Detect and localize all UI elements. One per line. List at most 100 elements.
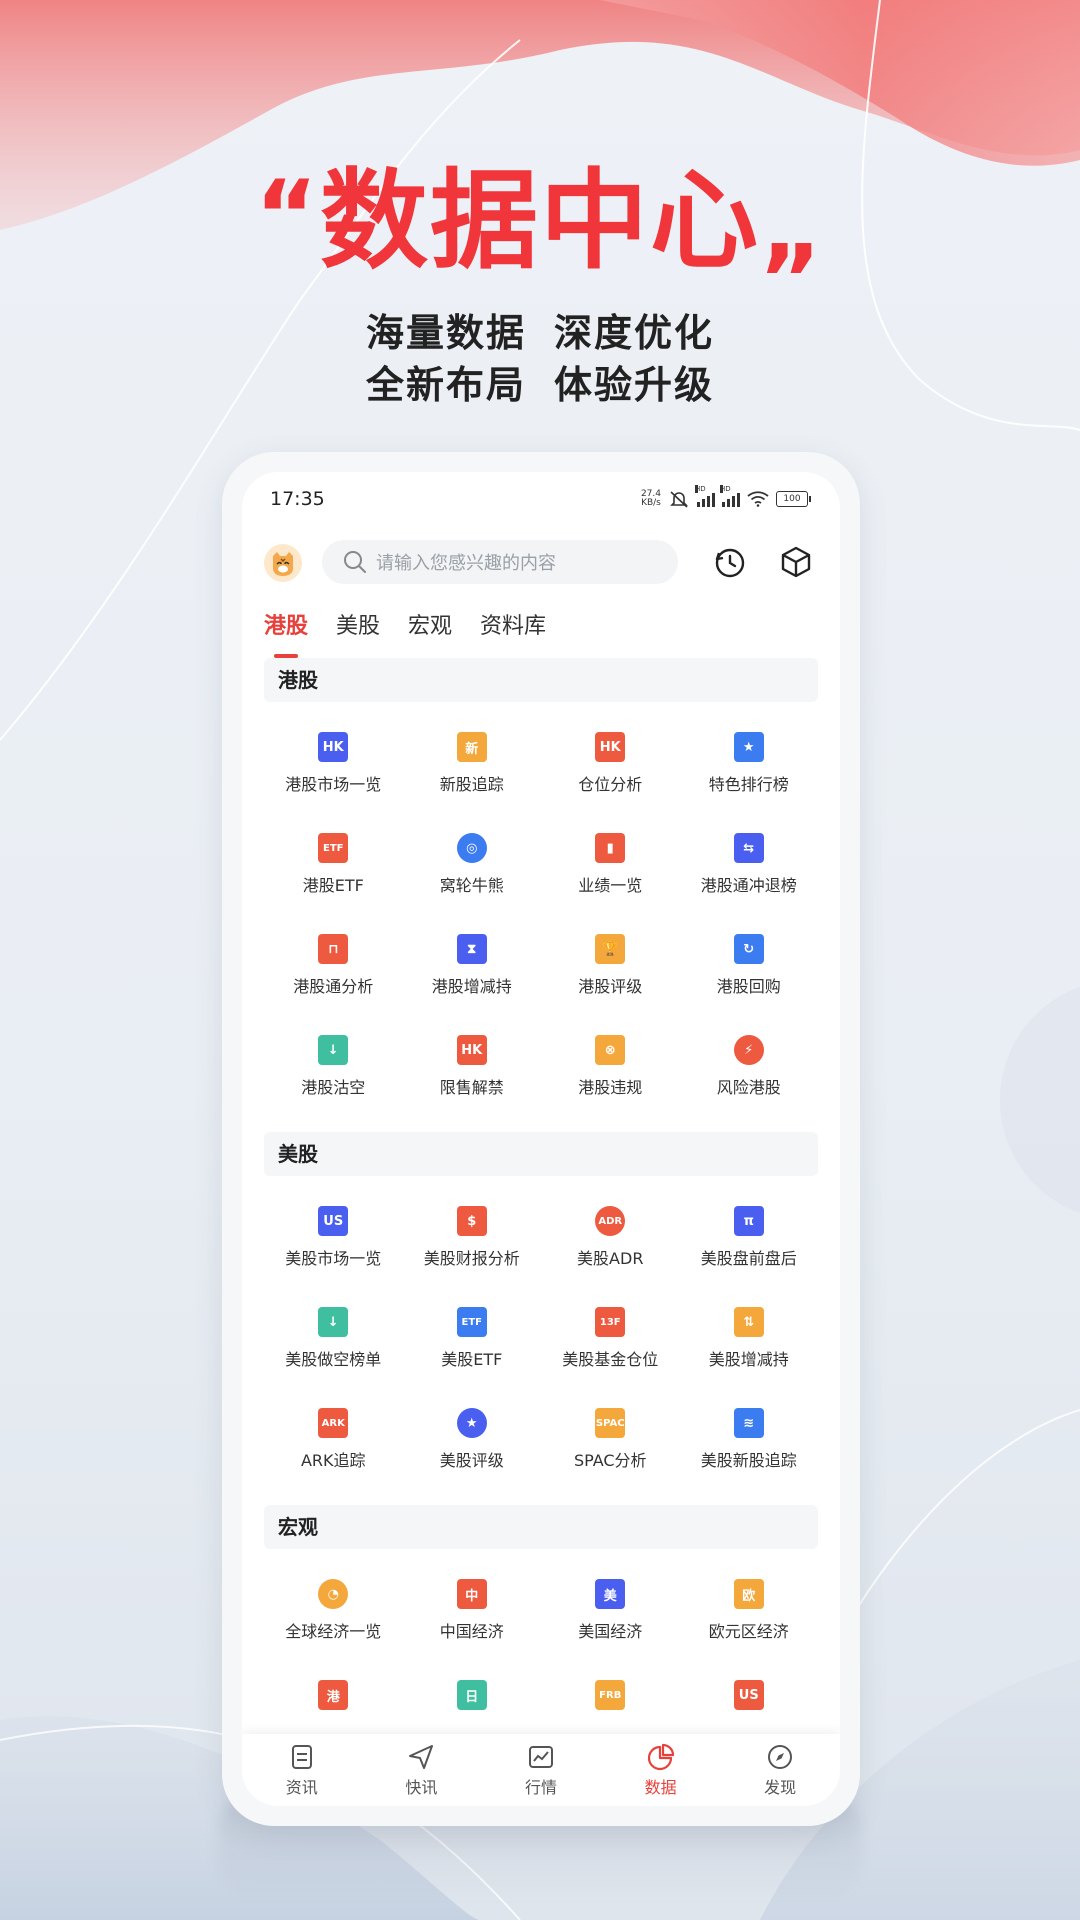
phone-screen: 17:35 27.4 KB/s HD HD 100 请输入您感兴趣的内容 港股 … [242, 472, 840, 1806]
entry-label: 港股增减持 [431, 977, 512, 996]
status-icons: 27.4 KB/s HD HD 100 [641, 485, 811, 508]
data-entry[interactable]: ◎ 窝轮牛熊 [403, 803, 542, 904]
entry-label: 欧元区经济 [708, 1622, 789, 1641]
data-entry[interactable]: ⇅ 美股增减持 [680, 1277, 819, 1378]
discover-compass-icon [768, 1745, 793, 1769]
us-etf-icon: ETF [456, 1307, 487, 1337]
data-entry[interactable]: $ 美股财报分析 [403, 1176, 542, 1277]
data-entry[interactable]: ⇆ 港股通冲退榜 [680, 803, 819, 904]
section-header: 港股 [264, 658, 818, 702]
tab-hk-stocks[interactable]: 港股 [264, 600, 308, 658]
news-icon [291, 1745, 312, 1769]
us-short-icon: ↓ [318, 1307, 349, 1337]
china-economy-icon: 中 [456, 1579, 487, 1609]
spac-icon: SPAC [595, 1408, 626, 1438]
data-entry[interactable]: ⊗ 港股违规 [541, 1005, 680, 1106]
data-entry[interactable]: ↓ 港股沽空 [264, 1005, 403, 1106]
hero-subtitle-line2: 全新布局 体验升级 [0, 354, 1080, 409]
data-entry[interactable]: US [680, 1650, 819, 1728]
us-holding-change-icon: ⇅ [733, 1307, 764, 1337]
nav-label: 行情 [524, 1778, 557, 1797]
data-entry[interactable]: π 美股盘前盘后 [680, 1176, 819, 1277]
entry-label: 特色排行榜 [708, 775, 789, 794]
nav-item-news[interactable]: 资讯 [242, 1734, 362, 1806]
data-entry[interactable]: 13F 美股基金仓位 [541, 1277, 680, 1378]
new-stock-icon: 新 [456, 732, 487, 762]
section-grid: HK 港股市场一览 新新股追踪 HK 仓位分析 ★ 特色排行榜 ETF 港股ETF ◎ 窝轮牛熊 ▮ 业… [264, 702, 818, 1106]
bar-chart-icon: ▮ [595, 833, 626, 863]
data-entry[interactable]: ARK ARK追踪 [264, 1378, 403, 1479]
tab-macro[interactable]: 宏观 [408, 600, 452, 652]
entry-label: 美股做空榜单 [285, 1350, 382, 1369]
nav-item-market[interactable]: 行情 [481, 1734, 601, 1806]
data-entry[interactable]: ↓ 美股做空榜单 [264, 1277, 403, 1378]
data-entry[interactable]: ETF 美股ETF [403, 1277, 542, 1378]
section-grid: US 美股市场一览 $ 美股财报分析 ADR 美股ADR π 美股盘前盘后 ↓ 美股做空榜单 ETF… [264, 1176, 818, 1479]
nav-label: 资讯 [285, 1778, 318, 1797]
history-icon[interactable] [712, 544, 748, 580]
data-entry[interactable]: HK 港股市场一览 [264, 702, 403, 803]
nav-item-discover[interactable]: 发现 [720, 1734, 840, 1806]
data-entry[interactable]: ⧗ 港股增减持 [403, 904, 542, 1005]
cube-icon[interactable] [778, 544, 814, 580]
data-entry[interactable]: FRB [541, 1650, 680, 1728]
nav-item-data[interactable]: 数据 [601, 1734, 721, 1806]
data-entry[interactable]: ▮ 业绩一览 [541, 803, 680, 904]
status-bar: 17:35 27.4 KB/s HD HD 100 [242, 472, 840, 532]
entry-label: 全球经济一览 [285, 1622, 382, 1641]
pre-after-icon: π [733, 1206, 764, 1236]
data-entry[interactable]: 🏆 港股评级 [541, 904, 680, 1005]
data-entry[interactable]: 美美国经济 [541, 1549, 680, 1650]
data-entry[interactable]: SPAC SPAC分析 [541, 1378, 680, 1479]
data-entry[interactable]: 港 [264, 1650, 403, 1728]
entry-label: 港股市场一览 [285, 775, 382, 794]
data-entry[interactable]: HK 仓位分析 [541, 702, 680, 803]
data-entry[interactable]: ⊓ 港股通分析 [264, 904, 403, 1005]
ranking-star-icon: ★ [733, 732, 764, 762]
data-entry[interactable]: 中中国经济 [403, 1549, 542, 1650]
avatar[interactable] [264, 544, 302, 582]
warrant-icon: ◎ [456, 833, 487, 863]
data-entry[interactable]: 欧欧元区经济 [680, 1549, 819, 1650]
frb-icon: FRB [595, 1680, 626, 1710]
data-entry[interactable]: ↻ 港股回购 [680, 904, 819, 1005]
nav-item-flash[interactable]: 快讯 [362, 1734, 482, 1806]
hero-tagline: 海量数据 [365, 311, 526, 355]
data-entry[interactable]: HK 限售解禁 [403, 1005, 542, 1106]
net-speed-unit: KB/s [641, 498, 661, 508]
data-entry[interactable]: ★ 美股评级 [403, 1378, 542, 1479]
entry-label: 限售解禁 [439, 1078, 504, 1097]
data-entry[interactable]: ◔ 全球经济一览 [264, 1549, 403, 1650]
hourglass-icon: ⧗ [456, 934, 487, 964]
section-grid: ◔ 全球经济一览 中中国经济美美国经济欧欧元区经济港 日 FRB US [264, 1549, 818, 1728]
data-entry[interactable]: ETF 港股ETF [264, 803, 403, 904]
entry-label: 港股通冲退榜 [700, 876, 797, 895]
position-house-icon: HK [595, 732, 626, 762]
hero-quote-open: “ [254, 160, 320, 272]
data-entry[interactable]: 新新股追踪 [403, 702, 542, 803]
hero-title: “数据中心„ [0, 168, 1080, 277]
etf-icon: ETF [318, 833, 349, 863]
tab-library[interactable]: 资料库 [480, 600, 546, 652]
hero-title-text: 数据中心 [319, 159, 760, 284]
top-bar: 请输入您感兴趣的内容 [242, 532, 840, 592]
entry-label: 美股盘前盘后 [700, 1249, 797, 1268]
search-bar[interactable]: 请输入您感兴趣的内容 [322, 540, 678, 584]
data-entry[interactable]: ⚡ 风险港股 [680, 1005, 819, 1106]
adr-icon: ADR [595, 1206, 626, 1236]
bottom-nav: 资讯 快讯 行情 数据 发现 [242, 1734, 840, 1806]
data-entry[interactable]: ≋ 美股新股追踪 [680, 1378, 819, 1479]
hk-economy-icon: 港 [318, 1680, 349, 1710]
data-entry[interactable]: US 美股市场一览 [264, 1176, 403, 1277]
entry-label: 港股通分析 [293, 977, 374, 996]
data-entry[interactable]: ★ 特色排行榜 [680, 702, 819, 803]
global-pie-icon: ◔ [318, 1579, 349, 1609]
data-entry[interactable]: ADR 美股ADR [541, 1176, 680, 1277]
us-ipo-icon: ≋ [733, 1408, 764, 1438]
nav-label: 快讯 [405, 1778, 438, 1797]
tab-us-stocks[interactable]: 美股 [336, 600, 380, 652]
data-entry[interactable]: 日 [403, 1650, 542, 1728]
nav-label: 发现 [764, 1778, 797, 1797]
entry-label: 美股ADR [577, 1249, 644, 1268]
